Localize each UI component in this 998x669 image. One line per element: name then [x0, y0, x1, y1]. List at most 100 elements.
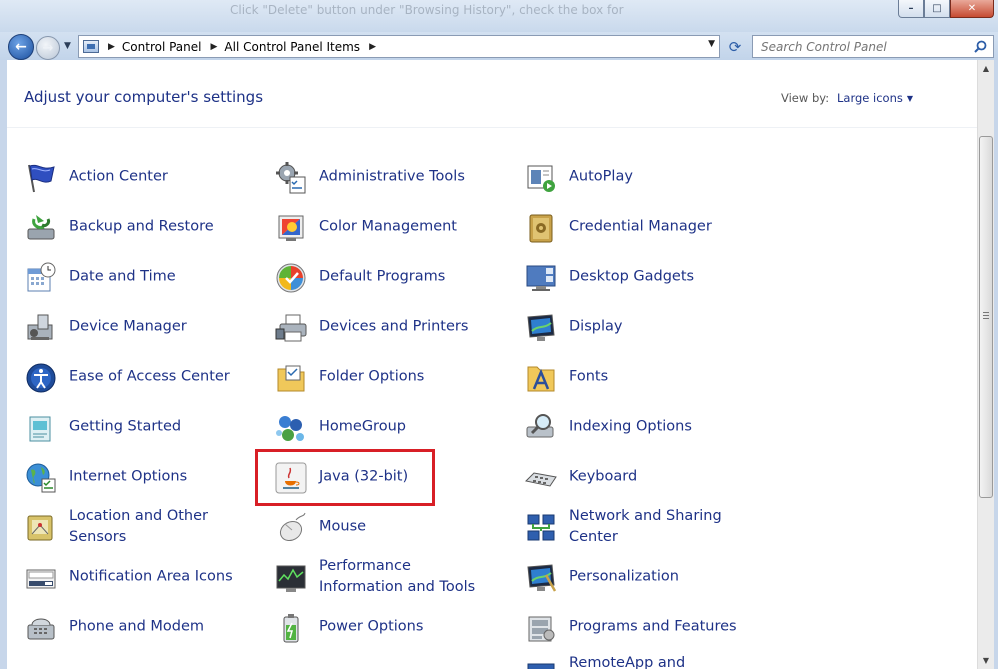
scrollbar-thumb[interactable]	[979, 136, 993, 498]
item-performance-information-and-tools[interactable]: Performance Information and Tools	[257, 555, 502, 599]
item-label[interactable]: Devices and Printers	[319, 317, 499, 338]
battery-icon	[274, 611, 308, 645]
item-label[interactable]: Credential Manager	[569, 217, 749, 238]
color-management-icon	[274, 211, 308, 245]
item-label[interactable]: HomeGroup	[319, 417, 499, 438]
item-label[interactable]: Internet Options	[69, 467, 249, 488]
breadcrumb-control-panel[interactable]: Control Panel	[122, 40, 202, 54]
chevron-down-icon[interactable]: ▼	[907, 94, 913, 103]
item-default-programs[interactable]: Default Programs	[257, 255, 502, 299]
maximize-button[interactable]: □	[924, 0, 950, 18]
item-label[interactable]: Device Manager	[69, 317, 249, 338]
item-notification-area-icons[interactable]: Notification Area Icons	[7, 555, 252, 599]
item-label[interactable]: Notification Area Icons	[69, 567, 249, 588]
administrative-tools-gear-icon	[274, 161, 308, 195]
personalization-icon	[524, 561, 558, 595]
breadcrumb-separator-icon[interactable]: ▶	[211, 42, 218, 52]
item-label[interactable]: Programs and Features	[569, 617, 749, 638]
item-label[interactable]: Personalization	[569, 567, 749, 588]
page-title: Adjust your computer's settings	[24, 88, 264, 106]
item-label[interactable]: RemoteApp and Desktop	[569, 653, 749, 669]
background-window-text: Click "Delete" button under "Browsing Hi…	[230, 3, 624, 17]
view-by-dropdown[interactable]: Large icons ▼	[837, 91, 913, 105]
vertical-scrollbar[interactable]: ▲ ▼	[977, 60, 994, 669]
item-label[interactable]: AutoPlay	[569, 167, 749, 188]
recent-pages-dropdown-icon[interactable]: ▼	[64, 41, 71, 51]
item-label[interactable]: Mouse	[319, 517, 499, 538]
scroll-down-arrow-icon[interactable]: ▼	[978, 652, 994, 669]
item-label[interactable]: Desktop Gadgets	[569, 267, 749, 288]
item-action-center[interactable]: Action Center	[7, 155, 252, 199]
item-internet-options[interactable]: Internet Options	[7, 455, 252, 499]
desktop-gadgets-icon	[524, 261, 558, 295]
address-dropdown-icon[interactable]: ▼	[708, 39, 715, 49]
item-label[interactable]: Date and Time	[69, 267, 249, 288]
item-getting-started[interactable]: Getting Started	[7, 405, 252, 449]
item-label[interactable]: Administrative Tools	[319, 167, 499, 188]
item-folder-options[interactable]: Folder Options	[257, 355, 502, 399]
item-label[interactable]: Default Programs	[319, 267, 499, 288]
close-button[interactable]: ✕	[950, 0, 994, 18]
back-button[interactable]: ←	[8, 34, 34, 60]
item-backup-and-restore[interactable]: Backup and Restore	[7, 205, 252, 249]
item-label[interactable]: Power Options	[319, 617, 499, 638]
item-label[interactable]: Ease of Access Center	[69, 367, 249, 388]
scroll-up-arrow-icon[interactable]: ▲	[978, 60, 994, 77]
breadcrumb-separator-icon[interactable]: ▶	[108, 42, 115, 52]
item-date-and-time[interactable]: Date and Time	[7, 255, 252, 299]
item-indexing-options[interactable]: Indexing Options	[507, 405, 752, 449]
item-label[interactable]: Fonts	[569, 367, 749, 388]
item-label[interactable]: Location and Other Sensors	[69, 506, 249, 548]
item-display[interactable]: Display	[507, 305, 752, 349]
forward-button[interactable]: →	[36, 36, 60, 60]
search-box[interactable]	[752, 35, 994, 58]
minimize-button[interactable]: –	[898, 0, 924, 18]
view-by-value[interactable]: Large icons	[837, 91, 903, 105]
item-label[interactable]: Action Center	[69, 167, 249, 188]
search-input[interactable]	[761, 40, 961, 54]
item-label[interactable]: Getting Started	[69, 417, 249, 438]
item-ease-of-access-center[interactable]: Ease of Access Center	[7, 355, 252, 399]
calendar-clock-icon	[24, 261, 58, 295]
phone-modem-icon	[24, 611, 58, 645]
item-label[interactable]: Indexing Options	[569, 417, 749, 438]
item-credential-manager[interactable]: Credential Manager	[507, 205, 752, 249]
remoteapp-icon	[524, 658, 558, 669]
item-location-and-other-sensors[interactable]: Location and Other Sensors	[7, 505, 252, 549]
item-color-management[interactable]: Color Management	[257, 205, 502, 249]
item-label[interactable]: Color Management	[319, 217, 499, 238]
item-mouse[interactable]: Mouse	[257, 505, 502, 549]
item-device-manager[interactable]: Device Manager	[7, 305, 252, 349]
refresh-icon[interactable]: ⟳	[724, 37, 746, 57]
window-frame-right	[994, 60, 998, 669]
item-remoteapp-and-desktop[interactable]: RemoteApp and Desktop	[507, 652, 752, 669]
item-devices-and-printers[interactable]: Devices and Printers	[257, 305, 502, 349]
item-fonts[interactable]: Fonts	[507, 355, 752, 399]
breadcrumb-separator-icon[interactable]: ▶	[369, 42, 376, 52]
item-label[interactable]: Folder Options	[319, 367, 499, 388]
item-desktop-gadgets[interactable]: Desktop Gadgets	[507, 255, 752, 299]
item-network-and-sharing-center[interactable]: Network and Sharing Center	[507, 505, 752, 549]
item-label[interactable]: Performance Information and Tools	[319, 556, 499, 598]
item-label[interactable]: Phone and Modem	[69, 617, 249, 638]
control-panel-content: Adjust your computer's settings View by:…	[7, 60, 977, 669]
breadcrumb-all-items[interactable]: All Control Panel Items	[224, 40, 360, 54]
item-label[interactable]: Network and Sharing Center	[569, 506, 749, 548]
item-personalization[interactable]: Personalization	[507, 555, 752, 599]
item-autoplay[interactable]: AutoPlay	[507, 155, 752, 199]
item-programs-and-features[interactable]: Programs and Features	[507, 605, 752, 649]
item-label[interactable]: Display	[569, 317, 749, 338]
item-administrative-tools[interactable]: Administrative Tools	[257, 155, 502, 199]
performance-monitor-icon	[274, 561, 308, 595]
item-label[interactable]: Backup and Restore	[69, 217, 249, 238]
keyboard-icon	[524, 461, 558, 495]
item-homegroup[interactable]: HomeGroup	[257, 405, 502, 449]
item-keyboard[interactable]: Keyboard	[507, 455, 752, 499]
item-label[interactable]: Keyboard	[569, 467, 749, 488]
item-power-options[interactable]: Power Options	[257, 605, 502, 649]
action-center-flag-icon	[24, 161, 58, 195]
grip-icon	[983, 312, 989, 319]
address-bar[interactable]: ▶ Control Panel ▶ All Control Panel Item…	[78, 35, 720, 58]
item-phone-and-modem[interactable]: Phone and Modem	[7, 605, 252, 649]
search-icon[interactable]	[974, 40, 987, 53]
